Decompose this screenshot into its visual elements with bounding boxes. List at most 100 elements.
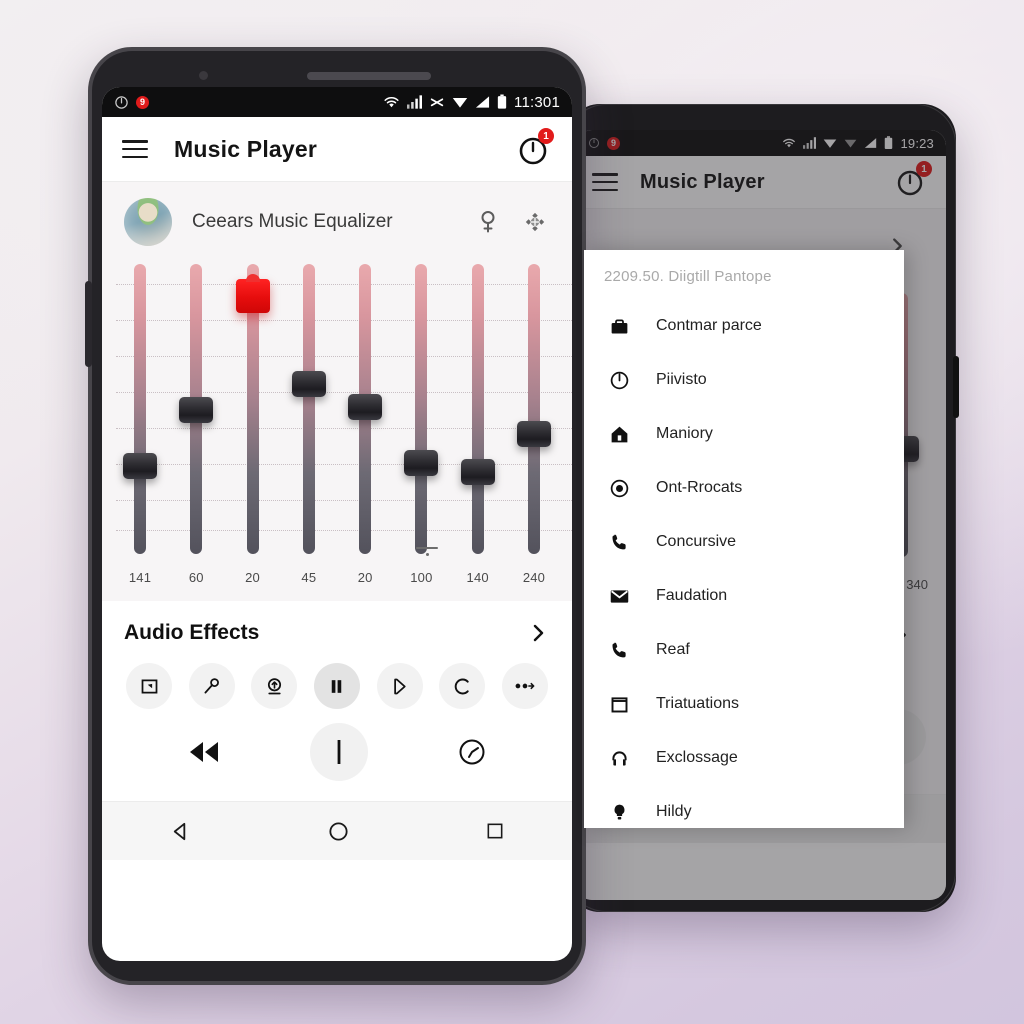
equalizer-card: Ceears Music Equalizer 141 60 20 45 20 1…: [102, 182, 572, 601]
pause-bar-icon[interactable]: [309, 723, 368, 781]
slider-thumb[interactable]: [516, 420, 551, 447]
slider-thumb[interactable]: [460, 459, 495, 486]
right-eq-band-label: 340: [906, 577, 928, 592]
bulb-icon: [604, 802, 634, 823]
battery-icon: [885, 136, 893, 149]
clock-dial-icon[interactable]: [457, 737, 487, 767]
left-phone-volume-button[interactable]: [85, 281, 92, 367]
equalizer-title: Ceears Music Equalizer: [192, 211, 393, 232]
left-app-bar: Music Player 1: [102, 117, 572, 182]
drawer-item-piivisto[interactable]: Piivisto: [584, 353, 904, 407]
left-status-bar: 9 11:301: [102, 87, 572, 117]
left-nav-bar: [102, 801, 572, 860]
back-triangle-icon[interactable]: [169, 820, 192, 843]
headset-icon: [604, 748, 634, 769]
signal-triangle-icon: [475, 96, 490, 108]
drawer-item-reaf[interactable]: Reaf: [584, 623, 904, 677]
right-app-bar: Music Player 1: [576, 156, 946, 209]
timer-icon[interactable]: 1: [516, 128, 554, 167]
drawer-item-contmar-parce[interactable]: Contmar parce: [584, 299, 904, 353]
dots-arrow-icon[interactable]: [501, 663, 548, 709]
left-status-time: 11:301: [514, 93, 560, 111]
slider-track: [527, 264, 540, 554]
signal-triangle-icon: [865, 138, 877, 148]
eq-band-2[interactable]: [235, 264, 270, 560]
drawer-item-maniory[interactable]: Maniory: [584, 407, 904, 461]
mail-icon: [604, 586, 634, 607]
signal-bars-icon: [407, 95, 423, 109]
right-phone-screen: 9 19:23 Music Player 1 340 2209.50. Diig…: [576, 130, 946, 900]
slider-track: [302, 264, 315, 554]
chevron-right-icon[interactable]: [526, 621, 550, 645]
drawer-item-exclossage[interactable]: Exclossage: [584, 731, 904, 785]
drawer-item-concursive[interactable]: Concursive: [584, 515, 904, 569]
status-notification-badge: 9: [607, 136, 620, 150]
slider-thumb[interactable]: [348, 394, 383, 421]
eq-band-7[interactable]: [516, 264, 551, 560]
eq-band-0[interactable]: [123, 264, 157, 560]
drawer-item-triatuations[interactable]: Triatuations: [584, 677, 904, 731]
playback-row: [102, 719, 572, 801]
export-box-icon[interactable]: [126, 663, 172, 709]
slider-thumb[interactable]: [404, 450, 439, 477]
play-outline-icon[interactable]: [376, 663, 423, 709]
wifi-grey-icon: [845, 139, 857, 148]
recents-square-icon[interactable]: [485, 821, 505, 841]
left-phone-device: 9 11:301 Music Player 1 Ceears Music Equ…: [85, 47, 586, 985]
right-status-time: 19:23: [900, 135, 934, 151]
drawer-item-label: Concursive: [656, 533, 737, 550]
home-lock-icon: [604, 424, 634, 445]
right-page-title: Music Player: [640, 170, 765, 193]
equalizer-header: Ceears Music Equalizer: [102, 182, 572, 258]
eq-band-4[interactable]: [348, 264, 383, 560]
slider-track: [415, 264, 428, 554]
power-icon: [589, 138, 599, 148]
status-notification-badge: 9: [136, 95, 149, 109]
wifi-off-icon: [430, 98, 444, 107]
rewind-icon[interactable]: [187, 739, 221, 765]
eq-band-3[interactable]: [291, 264, 326, 560]
navigation-drawer: 2209.50. Diigtill Pantope Contmar parce …: [584, 250, 904, 828]
earpiece-speaker: [307, 72, 431, 80]
slider-thumb-active[interactable]: [235, 278, 270, 313]
upload-circle-icon[interactable]: [251, 663, 298, 709]
key-icon[interactable]: [188, 663, 235, 709]
snowflake-icon[interactable]: [524, 211, 546, 233]
pause-icon[interactable]: [313, 663, 360, 709]
eq-band-1[interactable]: [179, 264, 214, 560]
signal-bars-icon: [803, 137, 817, 149]
band-label: 60: [188, 570, 204, 585]
hamburger-menu-icon[interactable]: [592, 173, 618, 191]
drawer-item-label: Piivisto: [656, 371, 707, 388]
equalizer-slider-group: [123, 264, 551, 560]
square-icon: [604, 694, 634, 715]
drawer-item-hildy[interactable]: Hildy: [584, 785, 904, 839]
loop-c-icon[interactable]: [439, 663, 486, 709]
drawer-item-label: Faudation: [656, 587, 728, 604]
audio-effects-row[interactable]: Audio Effects: [102, 601, 572, 659]
slider-thumb[interactable]: [123, 453, 157, 480]
battery-icon: [497, 94, 507, 109]
power-clock-icon: [604, 370, 634, 391]
slider-thumb[interactable]: [291, 370, 326, 397]
home-circle-icon[interactable]: [327, 820, 350, 843]
power-icon: [115, 95, 128, 109]
drawer-item-label: Hildy: [656, 803, 692, 820]
drawer-item-faudation[interactable]: Faudation: [584, 569, 904, 623]
drawer-item-label: Maniory: [656, 425, 713, 442]
drawer-item-ont-rrocats[interactable]: Ont-Rrocats: [584, 461, 904, 515]
right-phone-power-button[interactable]: [953, 356, 959, 418]
slider-thumb[interactable]: [179, 397, 214, 424]
eq-band-5[interactable]: [404, 264, 439, 560]
eq-band-6[interactable]: [460, 264, 495, 560]
female-symbol-icon[interactable]: [478, 210, 498, 234]
band-label: 100: [410, 570, 433, 585]
drawer-header: 2209.50. Diigtill Pantope: [604, 268, 772, 285]
left-status-left: 9: [114, 95, 149, 110]
audio-effects-title: Audio Effects: [124, 621, 260, 644]
right-status-left: 9: [588, 136, 620, 150]
timer-icon[interactable]: 1: [894, 161, 932, 200]
drawer-item-label: Exclossage: [656, 749, 738, 766]
slider-track: [134, 264, 146, 554]
hamburger-menu-icon[interactable]: [122, 140, 148, 158]
